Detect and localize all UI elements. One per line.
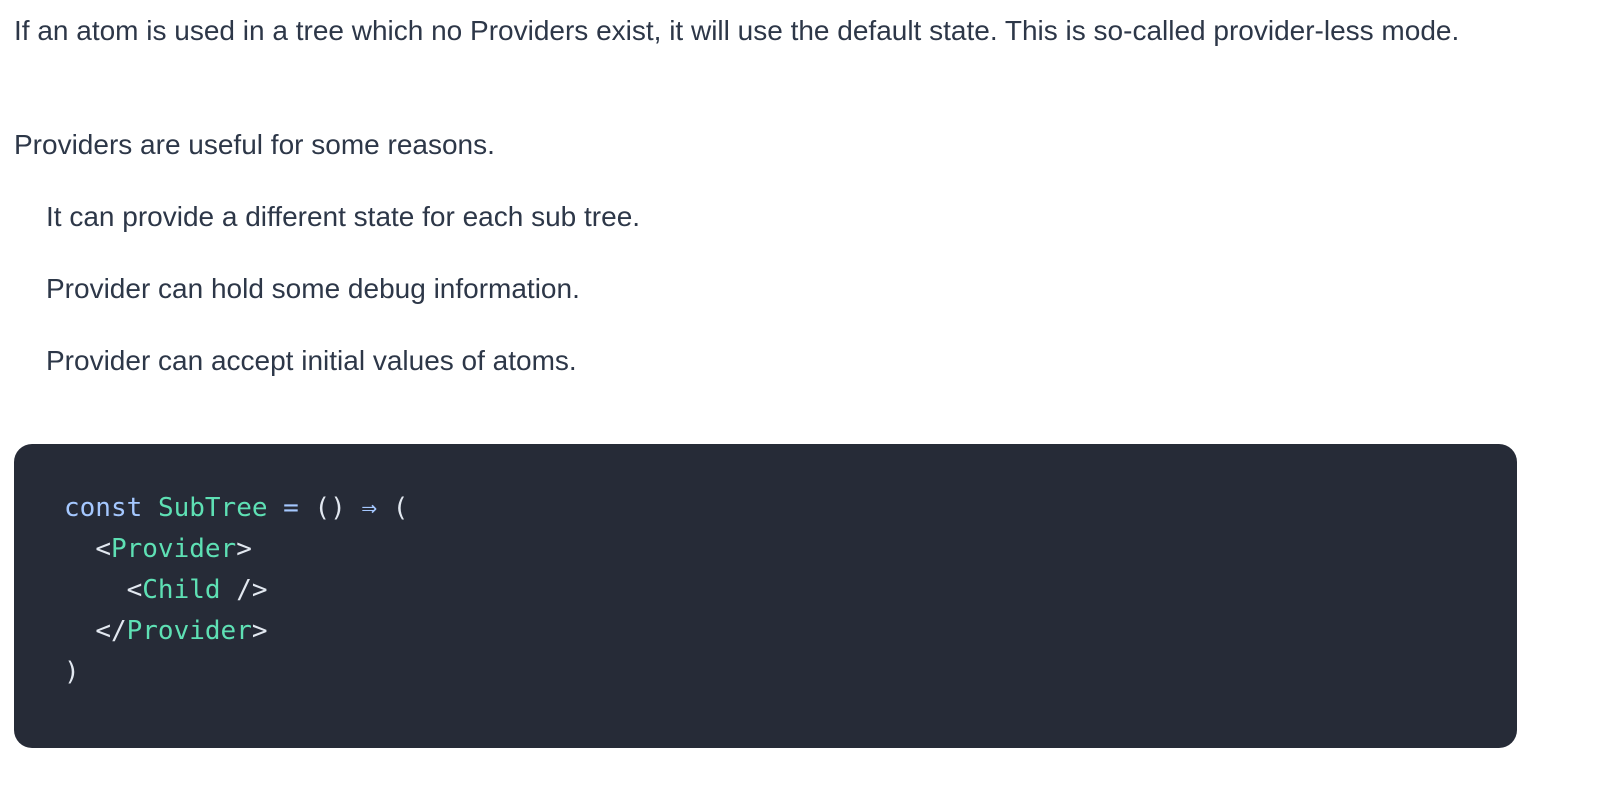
code-tag-bracket: </ <box>95 616 127 646</box>
code-tag-name: Child <box>142 575 221 605</box>
code-arrow: ⇒ <box>361 493 378 523</box>
code-tag-name: Provider <box>110 534 237 564</box>
code-block: const SubTree = () ⇒ ( <Provider> <Child… <box>14 444 1517 748</box>
code-tag-bracket: < <box>95 534 111 564</box>
reason-item: Provider can hold some debug information… <box>46 273 580 304</box>
code-close-paren: ) <box>64 657 80 687</box>
code-line-1: const SubTree = () ⇒ ( <box>64 493 408 523</box>
code-tag-bracket: < <box>126 575 143 605</box>
code-tag-name: Provider <box>126 616 252 646</box>
code-tag-bracket: > <box>251 616 268 646</box>
code-line-5: ) <box>64 657 80 687</box>
code-tag-bracket: > <box>236 534 252 564</box>
code-component-name: SubTree <box>157 493 268 523</box>
code-line-2: <Provider> <box>64 534 252 564</box>
code-snippet: const SubTree = () ⇒ ( <Provider> <Child… <box>64 488 1517 693</box>
code-line-4: </Provider> <box>64 616 268 646</box>
reasons-list: It can provide a different state for eac… <box>46 196 640 412</box>
reason-item: It can provide a different state for eac… <box>46 201 641 232</box>
code-keyword: const <box>64 493 143 523</box>
code-operator: = <box>283 493 299 523</box>
code-open-paren: ( <box>392 493 409 523</box>
reasons-lead-paragraph: Providers are useful for some reasons. <box>14 129 495 160</box>
code-self-close: /> <box>220 575 268 605</box>
intro-paragraph: If an atom is used in a tree which no Pr… <box>14 15 1460 46</box>
reason-item: Provider can accept initial values of at… <box>46 345 577 376</box>
code-line-3: <Child /> <box>64 575 268 605</box>
code-parens: () <box>314 493 346 523</box>
